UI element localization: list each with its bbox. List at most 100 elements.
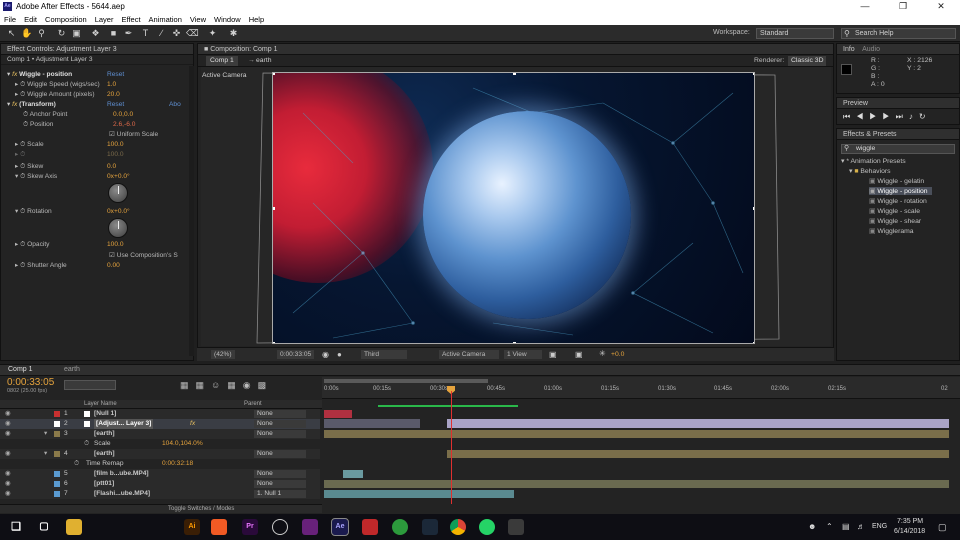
next-frame-icon[interactable]: ▶ [882, 112, 895, 121]
wiggle-amount-value[interactable]: 20.0 [107, 90, 120, 100]
brush-tool-icon[interactable]: ∕ [156, 28, 167, 39]
timeline-tab-earth[interactable]: earth [64, 366, 80, 373]
prev-frame-icon[interactable]: ◀ [856, 112, 869, 121]
uniform-scale-checkbox[interactable]: ☑ Uniform Scale [109, 130, 158, 140]
preset-item-selected[interactable]: ▣ Wiggle - position [869, 187, 932, 195]
label-color[interactable] [54, 481, 60, 487]
timeline-search-input[interactable] [64, 380, 116, 390]
people-icon[interactable]: ☻ [808, 522, 816, 531]
toggle-pixel-icon[interactable]: ▣ [549, 350, 557, 359]
parent-dropdown[interactable]: None [254, 420, 306, 428]
camera-view-dropdown[interactable]: Active Camera [439, 350, 499, 359]
effect-controls-scrollbar[interactable] [189, 66, 194, 356]
toggle-switches-modes-button[interactable]: Toggle Switches / Modes [168, 506, 234, 512]
frame-blending-icon[interactable]: ▦ [227, 380, 243, 390]
minimize-icon[interactable]: — [846, 0, 884, 13]
fx-switch-icon[interactable]: fx [190, 419, 195, 429]
property-row[interactable]: ⏱ Time Remap 0:00:32:18 [0, 459, 320, 469]
layer-row[interactable]: ◉ ▾ 4 [earth] None [0, 449, 320, 459]
scale-property-value[interactable]: 104.0,104.0% [162, 439, 203, 449]
use-comp-shutter-checkbox[interactable]: ☑ Use Composition's S [109, 251, 178, 261]
zoom-tool-icon[interactable]: ⚲ [36, 28, 47, 39]
comp-mini-flowchart-icon[interactable]: ▦ [180, 380, 196, 390]
menu-file[interactable]: File [4, 15, 16, 24]
illustrator-icon[interactable]: Ai [184, 519, 200, 535]
layer-bar-earth-4[interactable] [447, 450, 949, 458]
fast-preview-icon[interactable]: ▣ [575, 350, 583, 359]
parent-dropdown[interactable]: None [254, 430, 306, 438]
menu-layer[interactable]: Layer [95, 15, 114, 24]
menu-help[interactable]: Help [249, 15, 264, 24]
menu-effect[interactable]: Effect [121, 15, 140, 24]
whatsapp-icon[interactable] [479, 519, 495, 535]
timeline-tab-comp1[interactable]: Comp 1 [8, 366, 33, 373]
tray-chevron-icon[interactable]: ⌃ [826, 522, 833, 531]
search-help-input[interactable]: Search Help [841, 28, 956, 39]
layer-bar-adjustment[interactable] [447, 419, 949, 428]
property-row[interactable]: ⏱ Scale 104.0,104.0% [0, 439, 320, 449]
layer-row[interactable]: ◉ 7 [Flashi...ube.MP4] 1. Null 1 [0, 489, 320, 499]
composition-tab[interactable]: ■ Composition: Comp 1 [198, 44, 833, 55]
layer-bar-adjustment-gap[interactable] [324, 419, 420, 428]
expand-arrow-icon[interactable]: ▾ [44, 429, 47, 439]
preset-item[interactable]: ▣ Wiggle - gelatin [869, 177, 924, 185]
renderer-button[interactable]: Classic 3D [788, 56, 827, 66]
menu-view[interactable]: View [190, 15, 206, 24]
layer-row-selected[interactable]: ◉ 2 [Adjust... Layer 3] fx None [0, 419, 320, 429]
parent-header[interactable]: Parent [244, 401, 262, 407]
parent-dropdown[interactable]: 1. Null 1 [254, 490, 306, 498]
parent-dropdown[interactable]: None [254, 470, 306, 478]
red-app-icon[interactable] [362, 519, 378, 535]
clock-time[interactable]: 7:35 PM [897, 518, 923, 525]
visibility-eye-icon[interactable]: ◉ [5, 489, 11, 499]
type-tool-icon[interactable]: T [140, 28, 151, 39]
preset-item[interactable]: ▣ Wiggle - rotation [869, 197, 927, 205]
notifications-icon[interactable]: ▢ [938, 522, 947, 533]
work-area-bar[interactable] [324, 379, 488, 383]
behaviors-folder[interactable]: ▾ ■ Behaviors [849, 167, 891, 175]
first-frame-icon[interactable]: ⏮ [843, 112, 856, 121]
task-view-icon[interactable]: ▢ [36, 519, 52, 535]
hand-tool-icon[interactable]: ✋ [21, 28, 32, 39]
visibility-eye-icon[interactable]: ◉ [5, 419, 11, 429]
rotate-tool-icon[interactable]: ↻ [56, 28, 67, 39]
transform-about-link[interactable]: Abo [169, 100, 181, 110]
visibility-eye-icon[interactable]: ◉ [5, 429, 11, 439]
steam-icon[interactable] [422, 519, 438, 535]
roto-brush-tool-icon[interactable]: ✦ [207, 28, 218, 39]
layer-bar-film[interactable] [343, 470, 363, 478]
file-explorer-icon[interactable] [66, 519, 82, 535]
comp-timecode[interactable]: 0:00:33:05 [277, 350, 315, 359]
draft-3d-icon[interactable]: ▦ [196, 380, 212, 390]
timeline-timecode[interactable]: 0:00:33:05 [7, 377, 54, 388]
pan-behind-tool-icon[interactable]: ❖ [90, 28, 101, 39]
transform-effect[interactable]: ▾ fx (Transform) [7, 100, 56, 110]
anchor-point-value[interactable]: 0.0,0.0 [113, 110, 133, 120]
clone-tool-icon[interactable]: ✜ [171, 28, 182, 39]
animation-presets-folder[interactable]: ▾ * Animation Presets [841, 157, 906, 165]
windows-logo-icon[interactable]: ❏ [8, 519, 24, 535]
parent-dropdown[interactable]: None [254, 480, 306, 488]
wiggle-position-effect[interactable]: ▾ fx Wiggle - position [7, 70, 72, 80]
resolution-dropdown[interactable]: Third [361, 350, 407, 359]
visual-studio-icon[interactable] [302, 519, 318, 535]
volume-icon[interactable]: ♬ [857, 522, 865, 531]
layer-name-header[interactable]: Layer Name [84, 401, 117, 407]
selection-tool-icon[interactable]: ↖ [6, 28, 17, 39]
effect-controls-tab[interactable]: Effect Controls: Adjustment Layer 3 [1, 44, 193, 55]
preset-item[interactable]: ▣ Wiggle - scale [869, 207, 920, 215]
layer-row[interactable]: ◉ 5 [film b...ube.MP4] None [0, 469, 320, 479]
expand-arrow-icon[interactable]: ▾ [44, 449, 47, 459]
layer-row[interactable]: ◉ 1 [Null 1] None [0, 409, 320, 419]
effects-presets-tab[interactable]: Effects & Presets [837, 129, 959, 140]
calculator-icon[interactable] [508, 519, 524, 535]
visibility-eye-icon[interactable]: ◉ [5, 409, 11, 419]
green-app-icon[interactable] [392, 519, 408, 535]
layer-bar-flash[interactable] [324, 490, 514, 498]
visibility-eye-icon[interactable]: ◉ [5, 449, 11, 459]
label-color[interactable] [54, 411, 60, 417]
pen-tool-icon[interactable]: ✒ [123, 28, 134, 39]
stopwatch-icon[interactable]: ⏱ [74, 459, 79, 469]
scale-value[interactable]: 100.0 [107, 140, 124, 150]
label-color[interactable] [54, 451, 60, 457]
